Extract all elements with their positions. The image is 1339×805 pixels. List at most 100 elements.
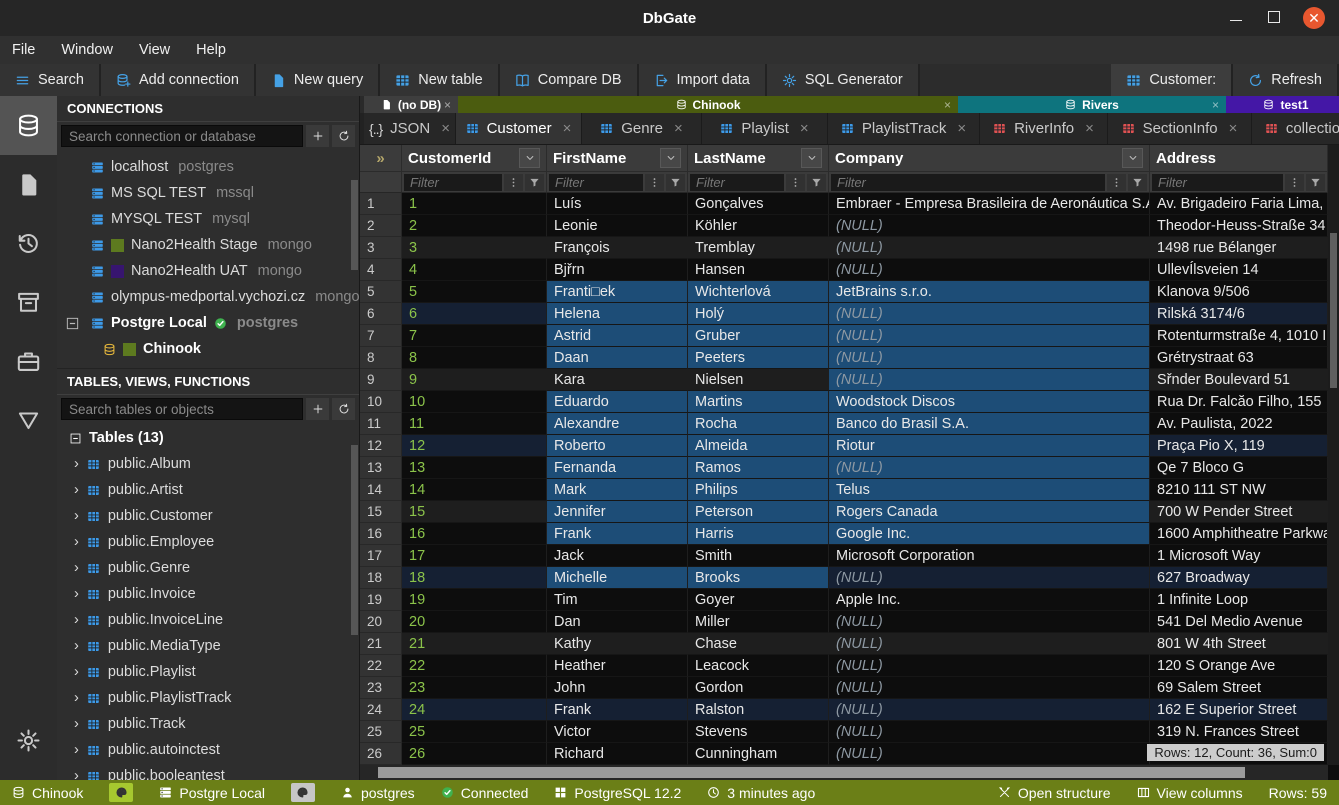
row-number[interactable]: 11: [360, 413, 402, 435]
tab-group--no-db-[interactable]: (no DB)×: [364, 96, 458, 113]
rail-file-button[interactable]: [0, 155, 57, 214]
chevron-right-icon[interactable]: ›: [74, 508, 79, 524]
cell-lastname[interactable]: Köhler: [688, 215, 829, 237]
chevron-right-icon[interactable]: ›: [74, 638, 79, 654]
cell-address[interactable]: Av. Paulista, 2022: [1150, 413, 1328, 435]
filter-funnel-button[interactable]: [807, 174, 826, 191]
refresh-tables-button[interactable]: [332, 398, 355, 420]
cell-lastname[interactable]: Smith: [688, 545, 829, 567]
column-dropdown-button[interactable]: [660, 148, 681, 168]
row-number[interactable]: 25: [360, 721, 402, 743]
column-header-address[interactable]: Address: [1150, 145, 1328, 172]
cell-customerid[interactable]: 8: [402, 347, 547, 369]
tab-playlist[interactable]: Playlist×: [702, 113, 828, 144]
chevron-right-icon[interactable]: ›: [74, 586, 79, 602]
cell-company[interactable]: (NULL): [829, 215, 1150, 237]
cell-customerid[interactable]: 19: [402, 589, 547, 611]
cell-firstname[interactable]: Michelle: [547, 567, 688, 589]
cell-lastname[interactable]: Philips: [688, 479, 829, 501]
cell-company[interactable]: (NULL): [829, 303, 1150, 325]
row-number[interactable]: 17: [360, 545, 402, 567]
cell-address[interactable]: UllevÍlsveien 14: [1150, 259, 1328, 281]
cell-firstname[interactable]: Frank: [547, 699, 688, 721]
cell-address[interactable]: 541 Del Medio Avenue: [1150, 611, 1328, 633]
cell-customerid[interactable]: 16: [402, 523, 547, 545]
toolbar-customer--button[interactable]: Customer:: [1111, 64, 1233, 96]
theme-palette-chip[interactable]: [291, 783, 315, 802]
cell-address[interactable]: 1 Infinite Loop: [1150, 589, 1328, 611]
cell-company[interactable]: (NULL): [829, 259, 1150, 281]
expand-columns-button[interactable]: »: [360, 145, 402, 172]
row-number[interactable]: 21: [360, 633, 402, 655]
chevron-right-icon[interactable]: ›: [74, 716, 79, 732]
rail-archive-button[interactable]: [0, 273, 57, 332]
filter-funnel-button[interactable]: [1128, 174, 1147, 191]
tables-search-input[interactable]: [61, 398, 303, 420]
filter-input-company[interactable]: [831, 174, 1105, 191]
cell-firstname[interactable]: Dan: [547, 611, 688, 633]
row-number[interactable]: 15: [360, 501, 402, 523]
cell-customerid[interactable]: 22: [402, 655, 547, 677]
cell-company[interactable]: (NULL): [829, 743, 1150, 765]
column-dropdown-button[interactable]: [519, 148, 540, 168]
connection-item-nano2health-stage[interactable]: Nano2Health Stagemongo: [57, 232, 359, 258]
cell-firstname[interactable]: François: [547, 237, 688, 259]
cell-firstname[interactable]: John: [547, 677, 688, 699]
close-tab-icon[interactable]: ×: [674, 120, 683, 137]
cell-company[interactable]: Telus: [829, 479, 1150, 501]
cell-company[interactable]: (NULL): [829, 655, 1150, 677]
cell-customerid[interactable]: 13: [402, 457, 547, 479]
cell-firstname[interactable]: Richard: [547, 743, 688, 765]
cell-address[interactable]: Rua Dr. Falcăo Filho, 155: [1150, 391, 1328, 413]
tab-sectioninfo[interactable]: SectionInfo×: [1108, 113, 1252, 144]
chevron-right-icon[interactable]: ›: [74, 768, 79, 780]
row-number[interactable]: 2: [360, 215, 402, 237]
cell-firstname[interactable]: Luís: [547, 193, 688, 215]
row-number[interactable]: 26: [360, 743, 402, 765]
toolbar-refresh-button[interactable]: Refresh: [1233, 64, 1339, 96]
cell-firstname[interactable]: Eduardo: [547, 391, 688, 413]
filter-menu-button[interactable]: [504, 174, 523, 191]
table-item-public-booleantest[interactable]: ›public.booleantest: [57, 763, 359, 780]
close-tab-icon[interactable]: ×: [800, 120, 809, 137]
filter-input-lastname[interactable]: [690, 174, 784, 191]
tab-group-chinook[interactable]: Chinook×: [458, 96, 958, 113]
cell-lastname[interactable]: Tremblay: [688, 237, 829, 259]
table-item-public-album[interactable]: ›public.Album: [57, 451, 359, 477]
tab-json[interactable]: {..}JSON×: [364, 113, 456, 144]
maximize-button[interactable]: [1265, 10, 1283, 26]
cell-address[interactable]: 1 Microsoft Way: [1150, 545, 1328, 567]
cell-customerid[interactable]: 1: [402, 193, 547, 215]
connections-search-input[interactable]: [61, 125, 303, 147]
toolbar-search-button[interactable]: Search: [0, 64, 101, 96]
cell-customerid[interactable]: 11: [402, 413, 547, 435]
row-number[interactable]: 14: [360, 479, 402, 501]
cell-lastname[interactable]: Gonçalves: [688, 193, 829, 215]
toolbar-new-query-button[interactable]: New query: [256, 64, 380, 96]
cell-company[interactable]: (NULL): [829, 699, 1150, 721]
cell-firstname[interactable]: Alexandre: [547, 413, 688, 435]
row-number[interactable]: 13: [360, 457, 402, 479]
chevron-right-icon[interactable]: ›: [74, 482, 79, 498]
cell-firstname[interactable]: Jennifer: [547, 501, 688, 523]
minimize-button[interactable]: [1227, 10, 1245, 26]
close-tab-icon[interactable]: ×: [957, 120, 966, 137]
tab-collection[interactable]: collection×: [1252, 113, 1339, 144]
cell-customerid[interactable]: 18: [402, 567, 547, 589]
table-item-public-artist[interactable]: ›public.Artist: [57, 477, 359, 503]
table-item-public-playlist[interactable]: ›public.Playlist: [57, 659, 359, 685]
tab-playlisttrack[interactable]: PlaylistTrack×: [828, 113, 980, 144]
cell-lastname[interactable]: Harris: [688, 523, 829, 545]
cell-company[interactable]: Riotur: [829, 435, 1150, 457]
vscroll-thumb[interactable]: [1330, 233, 1337, 388]
chevron-right-icon[interactable]: ›: [74, 742, 79, 758]
row-number[interactable]: 12: [360, 435, 402, 457]
close-tab-icon[interactable]: ×: [1229, 120, 1238, 137]
cell-firstname[interactable]: Leonie: [547, 215, 688, 237]
connection-item-postgre-local[interactable]: Postgre Localpostgres: [57, 310, 359, 336]
row-number[interactable]: 24: [360, 699, 402, 721]
cell-lastname[interactable]: Gruber: [688, 325, 829, 347]
column-dropdown-button[interactable]: [801, 148, 822, 168]
connection-item-chinook[interactable]: Chinook: [57, 336, 359, 362]
cell-address[interactable]: Qe 7 Bloco G: [1150, 457, 1328, 479]
